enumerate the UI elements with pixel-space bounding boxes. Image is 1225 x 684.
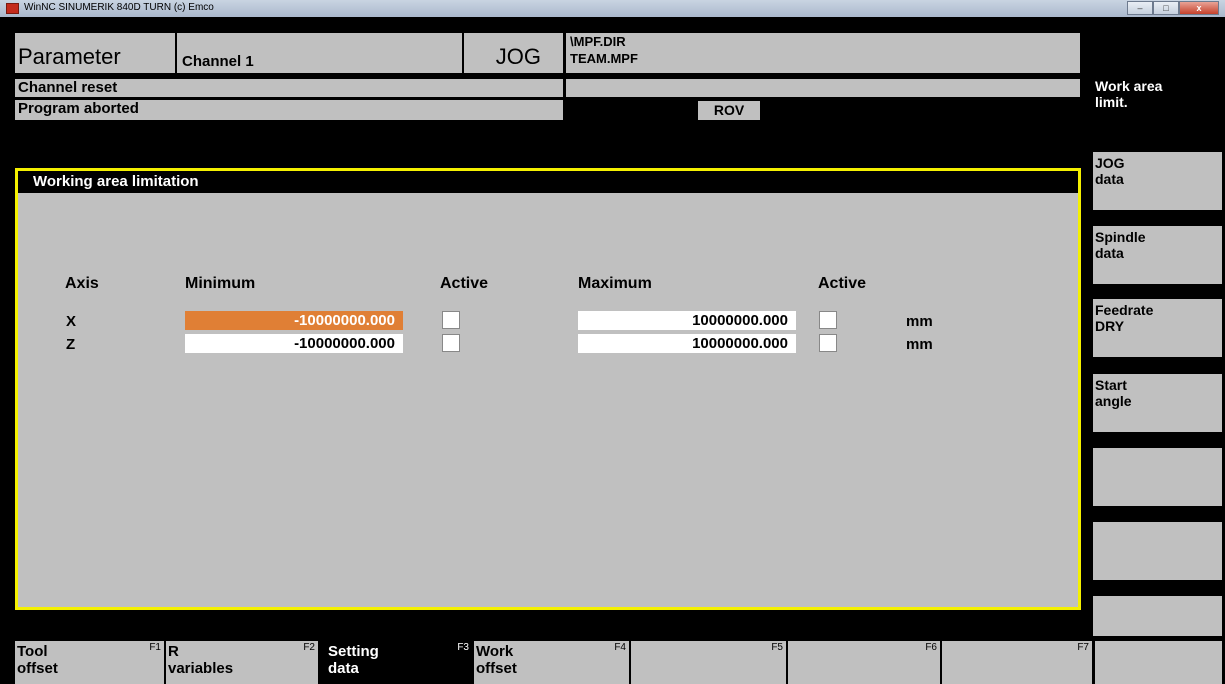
- softkey-label: Spindle data: [1095, 229, 1146, 261]
- program-status-text: Program aborted: [18, 100, 139, 117]
- softkey-jog-data[interactable]: JOG data: [1093, 152, 1222, 210]
- channel-status: Channel reset: [15, 79, 563, 97]
- x-unit: mm: [906, 313, 933, 330]
- softkey-feedrate-dry[interactable]: Feedrate DRY: [1093, 299, 1222, 357]
- minimize-button[interactable]: –: [1127, 1, 1153, 15]
- softkey-tool-offset[interactable]: Tool offset F1: [15, 641, 164, 684]
- col-header-active-min: Active: [440, 275, 489, 292]
- softkey-f7[interactable]: F7: [942, 641, 1092, 684]
- maximize-button[interactable]: □: [1153, 1, 1179, 15]
- softkey-label: JOG data: [1095, 155, 1125, 187]
- fkey-label: F3: [457, 642, 469, 653]
- softkey-setting-data[interactable]: Setting data F3: [320, 641, 472, 684]
- z-unit: mm: [906, 336, 933, 353]
- close-button[interactable]: x: [1179, 1, 1219, 15]
- softkey-empty-7[interactable]: [1093, 522, 1222, 580]
- working-area-panel: Working area limitation Axis Minimum Act…: [15, 168, 1081, 610]
- fkey-label: F2: [303, 642, 315, 653]
- softkey-label: Work offset: [476, 643, 517, 677]
- softkey-empty-6[interactable]: [1093, 448, 1222, 506]
- z-maximum-active-checkbox[interactable]: [819, 334, 837, 352]
- fkey-label: F6: [925, 642, 937, 653]
- col-header-active-max: Active: [818, 275, 867, 292]
- softkey-label: Feedrate DRY: [1095, 302, 1154, 334]
- softkey-label: Tool offset: [17, 643, 58, 677]
- fkey-label: F1: [149, 642, 161, 653]
- x-minimum-active-checkbox[interactable]: [442, 311, 460, 329]
- axis-label-x: X: [66, 313, 77, 330]
- program-file: TEAM.MPF: [570, 51, 638, 66]
- softkey-empty-8[interactable]: [1093, 596, 1222, 636]
- col-header-axis: Axis: [65, 275, 99, 292]
- window-title: WinNC SINUMERIK 840D TURN (c) Emco: [24, 2, 214, 13]
- softkey-work-area-limit[interactable]: Work area limit.: [1093, 75, 1222, 133]
- z-maximum-input[interactable]: 10000000.000: [578, 334, 796, 353]
- z-minimum-active-checkbox[interactable]: [442, 334, 460, 352]
- axis-label-z: Z: [66, 336, 76, 353]
- channel-label: Channel 1: [182, 53, 254, 70]
- program-status: Program aborted: [15, 100, 563, 120]
- channel-field: Channel 1: [177, 33, 462, 73]
- window-controls: – □ x: [1127, 1, 1219, 15]
- softkey-f8[interactable]: [1095, 641, 1222, 684]
- program-dir: \MPF.DIR: [570, 34, 626, 49]
- mode-field: JOG: [464, 33, 563, 73]
- softkey-r-variables[interactable]: R variables F2: [166, 641, 318, 684]
- app-icon: [6, 3, 19, 14]
- window-title-bar: WinNC SINUMERIK 840D TURN (c) Emco – □ x: [0, 0, 1225, 17]
- softkey-start-angle[interactable]: Start angle: [1093, 374, 1222, 432]
- softkey-f6[interactable]: F6: [788, 641, 940, 684]
- x-maximum-active-checkbox[interactable]: [819, 311, 837, 329]
- softkey-f5[interactable]: F5: [631, 641, 786, 684]
- softkey-label: Setting data: [328, 643, 379, 677]
- fkey-label: F5: [771, 642, 783, 653]
- panel-title: Working area limitation: [18, 171, 1078, 193]
- col-header-maximum: Maximum: [578, 275, 652, 292]
- softkey-label: R variables: [168, 643, 234, 677]
- softkey-spindle-data[interactable]: Spindle data: [1093, 226, 1222, 284]
- x-maximum-input[interactable]: 10000000.000: [578, 311, 796, 330]
- operating-area: Parameter: [15, 33, 175, 73]
- message-line: [566, 79, 1080, 97]
- z-minimum-input[interactable]: -10000000.000: [185, 334, 403, 353]
- operating-area-label: Parameter: [18, 44, 121, 69]
- col-header-minimum: Minimum: [185, 275, 256, 292]
- softkey-label: Start angle: [1095, 377, 1132, 409]
- program-path: \MPF.DIR TEAM.MPF: [566, 33, 1080, 73]
- softkey-label: Work area limit.: [1095, 78, 1163, 110]
- fkey-label: F7: [1077, 642, 1089, 653]
- x-minimum-input[interactable]: -10000000.000: [185, 311, 403, 330]
- softkey-work-offset[interactable]: Work offset F4: [474, 641, 629, 684]
- mode-label: JOG: [495, 44, 541, 69]
- fkey-label: F4: [614, 642, 626, 653]
- rov-indicator: ROV: [698, 101, 760, 120]
- channel-status-text: Channel reset: [18, 79, 118, 96]
